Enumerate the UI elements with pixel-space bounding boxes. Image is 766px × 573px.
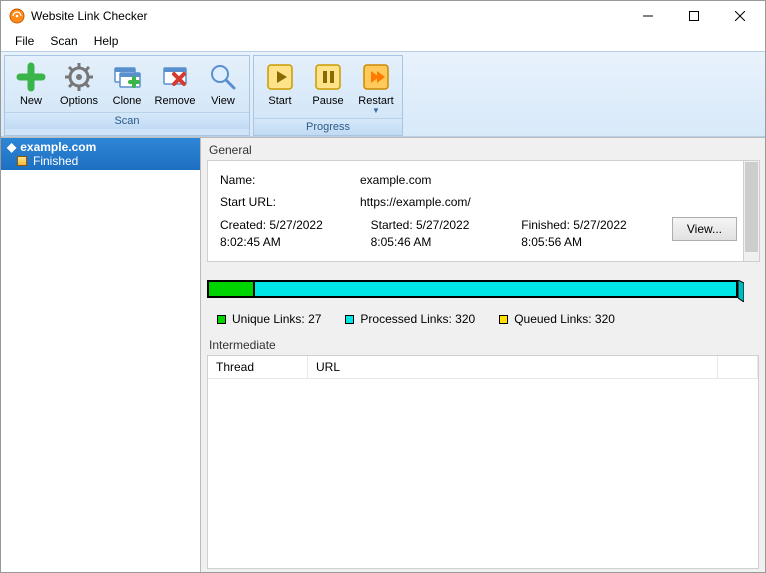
progress-legend: Unique Links: 27 Processed Links: 320 Qu…	[217, 312, 762, 326]
app-window: Website Link Checker File Scan Help New …	[0, 0, 766, 573]
gear-icon	[63, 61, 95, 93]
remove-label: Remove	[153, 95, 197, 108]
intermediate-header: Thread URL	[208, 356, 758, 379]
menu-file[interactable]: File	[7, 33, 42, 49]
created-label: Created:	[220, 218, 266, 232]
clone-icon	[111, 61, 143, 93]
main-panel: General Name: example.com Start URL: htt…	[201, 138, 765, 572]
start-button[interactable]: Start	[256, 58, 304, 116]
remove-button[interactable]: Remove	[151, 58, 199, 110]
app-icon	[9, 8, 25, 24]
legend-processed-label: Processed Links:	[360, 312, 451, 326]
legend-processed-icon	[345, 315, 354, 324]
options-button[interactable]: Options	[55, 58, 103, 110]
magnifier-icon	[207, 61, 239, 93]
sidebar: ◆ example.com Finished	[1, 138, 201, 572]
remove-icon	[159, 61, 191, 93]
legend-queued-value: 320	[595, 312, 615, 326]
clone-label: Clone	[105, 95, 149, 108]
titlebar: Website Link Checker	[1, 1, 765, 31]
general-panel: Name: example.com Start URL: https://exa…	[207, 160, 744, 262]
restart-button[interactable]: Restart ▼	[352, 58, 400, 116]
legend-processed-value: 320	[455, 312, 475, 326]
sidebar-item-site-label: example.com	[20, 140, 96, 154]
close-button[interactable]	[717, 1, 763, 31]
name-label: Name:	[220, 173, 360, 187]
ribbon-group-progress: Start Pause Restart ▼ Progress	[253, 55, 403, 136]
chevron-down-icon: ▼	[354, 108, 398, 114]
legend-queued-icon	[499, 315, 508, 324]
progress-bar-fill	[209, 282, 255, 296]
new-label: New	[9, 95, 53, 108]
start-label: Start	[258, 95, 302, 108]
scrollbar[interactable]	[743, 160, 760, 262]
restart-icon	[360, 61, 392, 93]
progress-bar-track	[207, 280, 738, 298]
menubar: File Scan Help	[1, 31, 765, 51]
pause-label: Pause	[306, 95, 350, 108]
general-heading: General	[207, 141, 762, 160]
maximize-button[interactable]	[671, 1, 717, 31]
legend-unique-icon	[217, 315, 226, 324]
window-title: Website Link Checker	[31, 9, 148, 23]
intermediate-panel: Thread URL	[207, 355, 759, 569]
progress-bar	[207, 280, 744, 302]
status-icon	[17, 156, 27, 166]
clone-button[interactable]: Clone	[103, 58, 151, 110]
ribbon-caption-scan: Scan	[5, 112, 249, 129]
minimize-button[interactable]	[625, 1, 671, 31]
scrollbar-thumb[interactable]	[745, 162, 758, 252]
progress-bar-wrap	[207, 280, 744, 302]
ribbon: New Options Clone Remove View	[1, 51, 765, 137]
starturl-label: Start URL:	[220, 195, 360, 209]
legend-unique-label: Unique Links:	[232, 312, 305, 326]
sidebar-item-site[interactable]: ◆ example.com Finished	[1, 138, 200, 170]
legend-queued-label: Queued Links:	[514, 312, 591, 326]
intermediate-heading: Intermediate	[207, 336, 762, 355]
pause-button[interactable]: Pause	[304, 58, 352, 116]
view-label: View	[201, 95, 245, 108]
body: ◆ example.com Finished General Name: exa…	[1, 137, 765, 572]
options-label: Options	[57, 95, 101, 108]
legend-unique-value: 27	[308, 312, 321, 326]
pause-icon	[312, 61, 344, 93]
ribbon-caption-progress: Progress	[254, 118, 402, 135]
ribbon-group-scan: New Options Clone Remove View	[4, 55, 250, 136]
starturl-value: https://example.com/	[360, 195, 471, 209]
col-spacer	[718, 356, 758, 378]
new-button[interactable]: New	[7, 58, 55, 110]
started-label: Started:	[371, 218, 413, 232]
progress-bar-cap	[738, 280, 744, 302]
globe-icon: ◆	[7, 140, 16, 154]
menu-scan[interactable]: Scan	[42, 33, 85, 49]
plus-icon	[15, 61, 47, 93]
col-url[interactable]: URL	[308, 356, 718, 378]
name-value: example.com	[360, 173, 431, 187]
sidebar-item-status-label: Finished	[33, 154, 78, 168]
play-icon	[264, 61, 296, 93]
menu-help[interactable]: Help	[86, 33, 127, 49]
col-thread[interactable]: Thread	[208, 356, 308, 378]
finished-label: Finished:	[521, 218, 570, 232]
view-button[interactable]: View	[199, 58, 247, 110]
view-details-button[interactable]: View...	[672, 217, 737, 241]
